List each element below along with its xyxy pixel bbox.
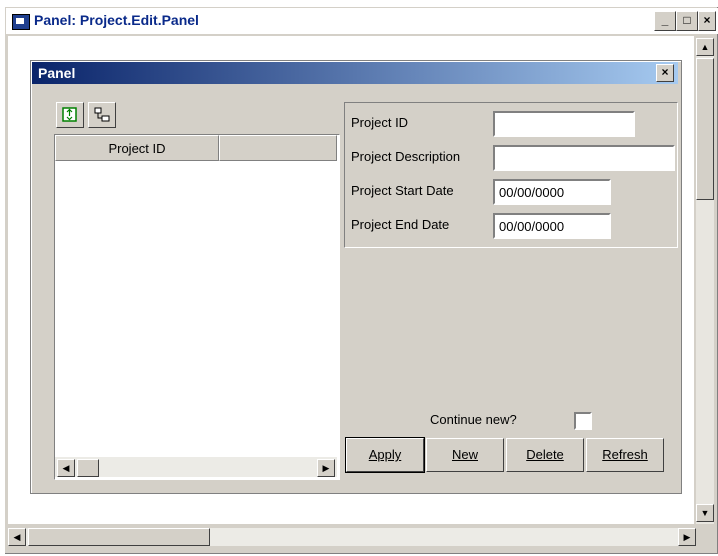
continue-new-checkbox[interactable] bbox=[574, 412, 592, 430]
column-header-project-id[interactable]: Project ID bbox=[55, 135, 219, 161]
panel-title-bar[interactable]: Panel × bbox=[32, 62, 678, 84]
minimize-button[interactable]: _ bbox=[654, 11, 676, 31]
project-list[interactable]: Project ID ◀ ▶ bbox=[54, 134, 340, 480]
list-horizontal-scrollbar[interactable]: ◀ ▶ bbox=[55, 457, 337, 477]
refresh-icon bbox=[62, 107, 77, 122]
project-id-field[interactable] bbox=[493, 111, 635, 137]
tree-icon bbox=[94, 107, 110, 122]
project-start-date-label: Project Start Date bbox=[351, 183, 454, 198]
panel-close-button[interactable]: × bbox=[656, 64, 674, 82]
panel-title: Panel bbox=[38, 65, 76, 81]
column-header-blank[interactable] bbox=[219, 135, 337, 161]
apply-button[interactable]: Apply bbox=[346, 438, 424, 472]
scroll-down-button[interactable]: ▼ bbox=[696, 504, 714, 522]
outer-window-title: Panel: Project.Edit.Panel bbox=[34, 12, 199, 28]
delete-button[interactable]: Delete bbox=[506, 438, 584, 472]
project-description-field[interactable] bbox=[493, 145, 675, 171]
maximize-button[interactable]: □ bbox=[676, 11, 698, 31]
tree-view-button[interactable] bbox=[88, 102, 116, 128]
vertical-scroll-thumb[interactable] bbox=[696, 58, 714, 200]
project-start-date-field[interactable] bbox=[493, 179, 611, 205]
scroll-right-button[interactable]: ▶ bbox=[678, 528, 696, 546]
new-button[interactable]: New bbox=[426, 438, 504, 472]
project-end-date-field[interactable] bbox=[493, 213, 611, 239]
project-form: Project ID Project Description Project S… bbox=[344, 102, 678, 248]
project-description-label: Project Description bbox=[351, 149, 461, 164]
scroll-up-button[interactable]: ▲ bbox=[696, 38, 714, 56]
project-id-label: Project ID bbox=[351, 115, 409, 130]
list-scroll-left-button[interactable]: ◀ bbox=[57, 459, 75, 477]
app-icon bbox=[12, 14, 30, 30]
list-scroll-right-button[interactable]: ▶ bbox=[317, 459, 335, 477]
horizontal-scroll-thumb[interactable] bbox=[28, 528, 210, 546]
refresh-list-button[interactable] bbox=[56, 102, 84, 128]
list-scroll-thumb[interactable] bbox=[77, 459, 99, 477]
outer-title-bar[interactable]: Panel: Project.Edit.Panel _ □ × bbox=[6, 8, 718, 34]
vertical-scrollbar[interactable]: ▲ ▼ bbox=[696, 38, 714, 524]
project-end-date-label: Project End Date bbox=[351, 217, 450, 232]
close-button[interactable]: × bbox=[698, 11, 716, 31]
scroll-left-button[interactable]: ◀ bbox=[8, 528, 26, 546]
horizontal-scrollbar[interactable]: ◀ ▶ bbox=[8, 528, 696, 546]
refresh-button[interactable]: Refresh bbox=[586, 438, 664, 472]
continue-new-label: Continue new? bbox=[430, 412, 517, 427]
